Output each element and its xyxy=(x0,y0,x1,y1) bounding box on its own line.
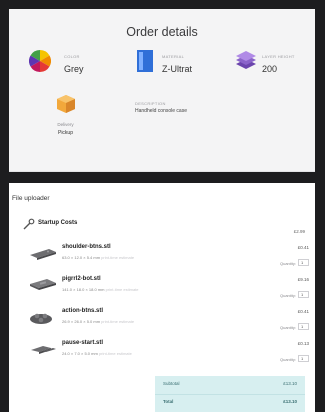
file-price: £0.13 xyxy=(297,341,309,346)
page-title: Order details xyxy=(126,25,198,39)
description-label: DESCRIPTION xyxy=(135,101,166,106)
description-value: Handheld console case xyxy=(135,108,187,114)
color-value: Grey xyxy=(64,64,84,74)
material-label: MATERIAL xyxy=(162,54,185,59)
startup-costs-label: Startup Costs xyxy=(38,220,78,226)
total-label: Total xyxy=(163,399,174,404)
material-attribute: MATERIAL Z-Ultrat xyxy=(132,50,212,82)
file-row: pigrrl2-bot.stl 141.0 × 18.0 × 18.0 mm p… xyxy=(29,276,309,308)
color-label: COLOR xyxy=(64,54,80,59)
quantity-label: Quantity: xyxy=(279,357,296,362)
wrench-icon xyxy=(23,217,35,235)
layer-height-value: 200 xyxy=(262,64,278,74)
file-row: pause-start.stl 24.0 × 7.0 × 5.0 mm prin… xyxy=(29,340,309,372)
file-name[interactable]: action-btns.stl xyxy=(62,308,103,314)
color-attribute: COLOR Grey xyxy=(29,50,99,82)
file-price: £0.41 xyxy=(297,245,309,250)
file-row: shoulder-btns.stl 63.0 × 12.0 × 5.4 mm p… xyxy=(29,244,309,276)
file-row: action-btns.stl 26.9 × 26.0 × 5.0 mm pri… xyxy=(29,308,309,340)
model-thumbnail xyxy=(29,310,57,331)
order-panel: Order details COLOR Grey MATERIAL Z-Ultr… xyxy=(9,9,315,412)
file-dimensions: 141.0 × 18.0 × 18.0 mm print-time estima… xyxy=(62,287,139,292)
model-thumbnail xyxy=(29,246,57,265)
file-price: £0.41 xyxy=(297,309,309,314)
file-uploader-title: File uploader xyxy=(12,195,50,202)
subtotal-row: Subtotal £13.10 xyxy=(163,381,297,386)
file-dimensions: 26.9 × 26.0 × 5.0 mm print-time estimate xyxy=(62,319,135,324)
layer-height-label: LAYER HEIGHT xyxy=(262,54,295,59)
quantity-input[interactable]: 1 xyxy=(298,323,309,330)
quantity-label: Quantity: xyxy=(279,293,296,298)
file-name[interactable]: pigrrl2-bot.stl xyxy=(62,276,101,282)
quantity-input[interactable]: 1 xyxy=(298,355,309,362)
description-info: DESCRIPTION Handheld console case xyxy=(135,101,187,114)
layer-height-attribute: LAYER HEIGHT 200 xyxy=(234,50,309,82)
package-icon xyxy=(43,94,88,119)
quantity-label: Quantity: xyxy=(279,261,296,266)
file-name[interactable]: pause-start.stl xyxy=(62,340,103,346)
delivery-info: Delivery Pickup xyxy=(43,94,88,136)
delivery-label: Delivery xyxy=(57,122,74,127)
order-summary: Subtotal £13.10 Total £13.10 xyxy=(155,376,305,412)
quantity-input[interactable]: 1 xyxy=(298,259,309,266)
quantity-input[interactable]: 1 xyxy=(298,291,309,298)
summary-divider xyxy=(155,394,305,395)
subtotal-label: Subtotal xyxy=(163,381,180,386)
file-dimensions: 63.0 × 12.0 × 5.4 mm print-time estimate xyxy=(62,255,135,260)
layers-icon xyxy=(234,50,258,77)
file-name[interactable]: shoulder-btns.stl xyxy=(62,244,111,250)
material-value: Z-Ultrat xyxy=(162,64,192,74)
quantity-label: Quantity: xyxy=(279,325,296,330)
model-thumbnail xyxy=(29,342,57,361)
material-icon xyxy=(137,50,153,77)
delivery-value: Pickup xyxy=(57,130,73,136)
color-wheel-icon xyxy=(29,50,51,77)
file-price: £9.16 xyxy=(297,277,309,282)
total-value: £13.10 xyxy=(283,399,297,404)
file-dimensions: 24.0 × 7.0 × 5.0 mm print-time estimate xyxy=(62,351,132,356)
startup-costs-price: £2.99 xyxy=(293,229,305,234)
total-row: Total £13.10 xyxy=(163,399,297,404)
startup-costs-row: Startup Costs xyxy=(23,217,303,231)
subtotal-value: £13.10 xyxy=(283,381,297,386)
model-thumbnail xyxy=(29,278,57,297)
order-details-panel: Order details COLOR Grey MATERIAL Z-Ultr… xyxy=(9,9,315,172)
